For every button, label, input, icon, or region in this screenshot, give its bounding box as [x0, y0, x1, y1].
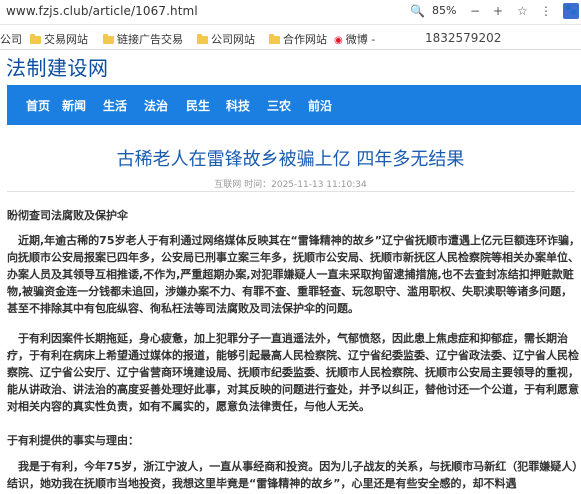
main-nav: 首页 新闻 生活 法治 民生 科技 三农 前沿: [7, 85, 581, 125]
nav-home[interactable]: 首页: [26, 97, 50, 114]
search-icon[interactable]: 🔍: [410, 4, 425, 18]
article-paragraph: 我是于有利，今年75岁，浙江宁波人，一直从事经商和投资。因为儿子战友的关系，与抚…: [7, 460, 578, 490]
folder-icon: [103, 34, 114, 44]
nav-frontier[interactable]: 前沿: [308, 97, 332, 114]
nav-tech[interactable]: 科技: [226, 97, 250, 114]
menu-icon[interactable]: ⋮: [540, 4, 552, 18]
bookmark-item[interactable]: 链接广告交易: [103, 31, 183, 47]
zoom-in-icon[interactable]: +: [493, 4, 503, 18]
article-title: 古稀老人在雷锋故乡被骗上亿 四年多无结果: [116, 149, 465, 170]
bookmark-item[interactable]: ◉ 微博 -: [334, 31, 375, 47]
article-paragraph: 近期,年逾古稀的75岁老人于有利通过网络媒体反映其在“雷锋精神的故乡”辽宁省抚顺…: [7, 234, 580, 315]
folder-icon: [197, 34, 208, 44]
bookmark-item[interactable]: 公司网站: [197, 31, 255, 47]
bookmark-item[interactable]: 合作网站: [269, 31, 327, 47]
nav-law[interactable]: 法治: [144, 97, 168, 114]
bookmark-phone[interactable]: 1832579202: [425, 31, 501, 45]
star-icon[interactable]: ☆: [517, 4, 528, 18]
article-paragraph: 于有利因案件长期拖延，身心疲惫，加上犯罪分子一直逍遥法外，气郁愤怒，因此患上焦虑…: [7, 332, 579, 413]
nav-livelihood[interactable]: 民生: [186, 97, 210, 114]
folder-icon: [269, 34, 280, 44]
folder-icon: [30, 34, 41, 44]
zoom-level[interactable]: 85%: [432, 4, 456, 17]
bookmark-item[interactable]: 交易网站: [30, 31, 88, 47]
article-subheading: 于有利提供的事实与理由：: [7, 434, 139, 447]
article-subtitle: 盼彻查司法腐败及保护伞: [7, 209, 128, 222]
nav-agriculture[interactable]: 三农: [267, 97, 291, 114]
extension-icon[interactable]: 🐾: [563, 3, 579, 19]
article-meta: 互联网 时间：2025-11-13 11:10:34: [214, 180, 367, 190]
nav-life[interactable]: 生活: [103, 97, 127, 114]
divider: [7, 191, 575, 192]
bookmarks-bar: 公司 交易网站 链接广告交易 公司网站 合作网站 ◉ 微博 - 183257920…: [0, 25, 581, 50]
url-field[interactable]: www.fzjs.club/article/1067.html: [6, 4, 198, 18]
address-bar: www.fzjs.club/article/1067.html 🔍 85% − …: [0, 0, 581, 25]
nav-news[interactable]: 新闻: [62, 97, 86, 114]
site-title[interactable]: 法制建设网: [6, 52, 109, 81]
bookmark-item[interactable]: 公司: [0, 31, 22, 47]
weibo-icon: ◉: [334, 35, 343, 46]
zoom-out-icon[interactable]: −: [470, 4, 480, 18]
